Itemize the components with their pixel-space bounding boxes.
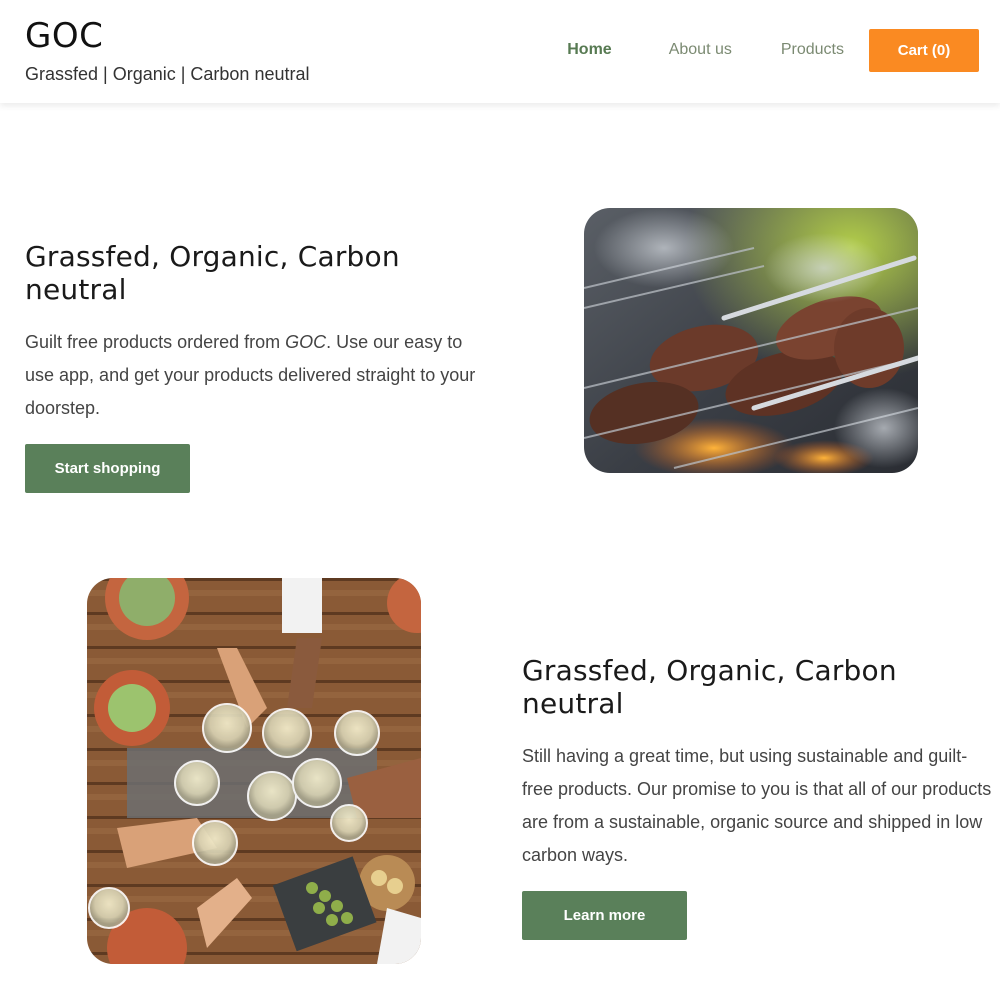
promise-heading: Grassfed, Organic, Carbon neutral (522, 654, 897, 720)
hero-description-brand: GOC (285, 332, 327, 352)
brand-logo-text[interactable]: GOC (25, 16, 309, 56)
cart-button[interactable]: Cart (0) (869, 28, 979, 72)
start-shopping-button[interactable]: Start shopping (25, 444, 190, 493)
promise-description: Still having a great time, but using sus… (522, 746, 992, 865)
nav-about-link[interactable]: About us (669, 41, 732, 59)
hero-heading: Grassfed, Organic, Carbon neutral (25, 240, 400, 306)
hero-description: Guilt free products ordered from GOC. Us… (25, 326, 495, 425)
nav-home-link[interactable]: Home (567, 41, 611, 59)
site-header: GOC Grassfed | Organic | Carbon neutral … (0, 0, 1000, 103)
dinner-table-photo (87, 578, 421, 964)
learn-more-button[interactable]: Learn more (522, 891, 687, 940)
promise-section: Grassfed, Organic, Carbon neutral Still … (522, 654, 992, 940)
brand[interactable]: GOC Grassfed | Organic | Carbon neutral (25, 16, 309, 85)
main-nav: Home About us Products Cart (0) (567, 28, 979, 72)
grill-photo (584, 208, 918, 473)
hero-description-start: Guilt free products ordered from (25, 332, 286, 352)
hero-section: Grassfed, Organic, Carbon neutral Guilt … (25, 240, 495, 493)
nav-products-link[interactable]: Products (781, 41, 844, 59)
brand-tagline: Grassfed | Organic | Carbon neutral (25, 64, 310, 84)
